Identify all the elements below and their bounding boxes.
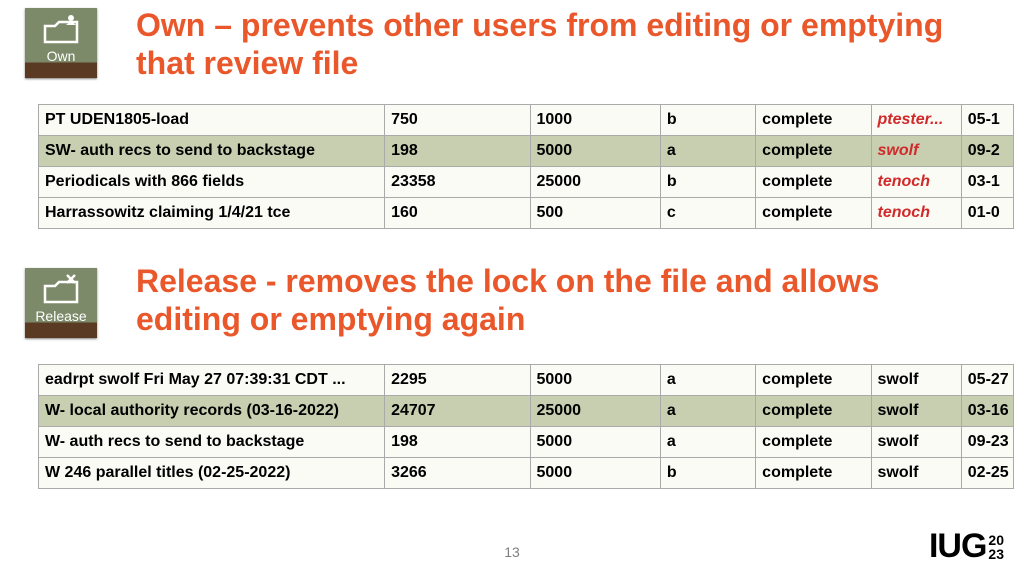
table-cell: W- local authority records (03-16-2022) [39,396,385,427]
table-cell: Periodicals with 866 fields [39,167,385,198]
folder-person-icon [41,14,81,48]
table-row[interactable]: W- auth recs to send to backstage1985000… [39,427,1014,458]
table-cell: complete [756,458,871,489]
table-cell: 750 [385,105,530,136]
table-cell: 02-25 [961,458,1013,489]
own-table-body: PT UDEN1805-load7501000bcompleteptester.… [39,105,1014,229]
own-table: PT UDEN1805-load7501000bcompleteptester.… [38,104,1014,229]
iug-logo: IUG 20 23 [929,527,1004,566]
table-cell: ptester... [871,105,961,136]
table-cell: a [660,365,755,396]
table-cell: swolf [871,136,961,167]
page-number: 13 [0,544,1024,560]
table-cell: W 246 parallel titles (02-25-2022) [39,458,385,489]
table-cell: PT UDEN1805-load [39,105,385,136]
table-cell: Harrassowitz claiming 1/4/21 tce [39,198,385,229]
table-cell: 1000 [530,105,660,136]
table-cell: b [660,458,755,489]
own-heading: Own – prevents other users from editing … [136,6,984,83]
table-cell: 2295 [385,365,530,396]
table-cell: 23358 [385,167,530,198]
logo-year: 20 23 [988,533,1004,561]
logo-year-top: 20 [988,533,1004,547]
release-table: eadrpt swolf Fri May 27 07:39:31 CDT ...… [38,364,1014,489]
table-cell: 5000 [530,427,660,458]
release-tool-icon: Release [25,268,97,338]
table-cell: b [660,167,755,198]
table-cell: W- auth recs to send to backstage [39,427,385,458]
logo-main: IUG [929,527,986,566]
table-cell: 24707 [385,396,530,427]
release-icon-label: Release [25,308,97,324]
table-cell: complete [756,365,871,396]
table-cell: swolf [871,458,961,489]
table-cell: eadrpt swolf Fri May 27 07:39:31 CDT ... [39,365,385,396]
table-cell: SW- auth recs to send to backstage [39,136,385,167]
table-cell: 198 [385,427,530,458]
table-cell: 01-0 [961,198,1013,229]
table-cell: complete [756,396,871,427]
table-cell: 500 [530,198,660,229]
table-cell: 09-2 [961,136,1013,167]
table-cell: 160 [385,198,530,229]
table-cell: a [660,396,755,427]
release-heading: Release - removes the lock on the file a… [136,262,984,339]
table-row[interactable]: W 246 parallel titles (02-25-2022)326650… [39,458,1014,489]
table-row[interactable]: Periodicals with 866 fields2335825000bco… [39,167,1014,198]
table-cell: swolf [871,365,961,396]
table-cell: complete [756,136,871,167]
table-cell: 198 [385,136,530,167]
logo-year-bot: 23 [988,547,1004,561]
table-cell: 25000 [530,396,660,427]
table-cell: a [660,136,755,167]
folder-x-icon [41,274,81,308]
table-cell: b [660,105,755,136]
own-tool-icon: Own [25,8,97,78]
table-row[interactable]: SW- auth recs to send to backstage198500… [39,136,1014,167]
table-cell: 5000 [530,136,660,167]
table-cell: tenoch [871,167,961,198]
table-cell: c [660,198,755,229]
table-cell: a [660,427,755,458]
slide: Own Own – prevents other users from edit… [0,0,1024,576]
table-cell: complete [756,105,871,136]
table-cell: 05-1 [961,105,1013,136]
table-cell: swolf [871,427,961,458]
table-cell: 03-16 [961,396,1013,427]
table-cell: 03-1 [961,167,1013,198]
table-row[interactable]: eadrpt swolf Fri May 27 07:39:31 CDT ...… [39,365,1014,396]
table-cell: swolf [871,396,961,427]
table-cell: tenoch [871,198,961,229]
release-table-body: eadrpt swolf Fri May 27 07:39:31 CDT ...… [39,365,1014,489]
table-cell: 3266 [385,458,530,489]
table-row[interactable]: PT UDEN1805-load7501000bcompleteptester.… [39,105,1014,136]
table-cell: 25000 [530,167,660,198]
table-cell: complete [756,198,871,229]
table-cell: 09-23 [961,427,1013,458]
table-cell: 5000 [530,365,660,396]
table-cell: 5000 [530,458,660,489]
table-cell: complete [756,167,871,198]
table-cell: complete [756,427,871,458]
table-row[interactable]: Harrassowitz claiming 1/4/21 tce160500cc… [39,198,1014,229]
table-cell: 05-27 [961,365,1013,396]
table-row[interactable]: W- local authority records (03-16-2022)2… [39,396,1014,427]
own-icon-label: Own [25,48,97,64]
